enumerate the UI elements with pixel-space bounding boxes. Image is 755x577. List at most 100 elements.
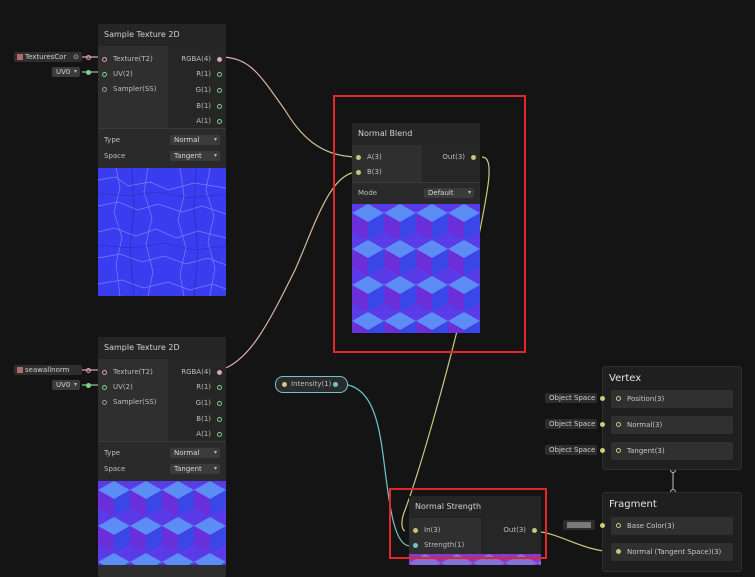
texture-preview <box>98 168 226 296</box>
b-output-port[interactable] <box>217 417 222 422</box>
g-output-label: G(1) <box>195 399 211 407</box>
node-outputs: RGBA(4) R(1) G(1) B(1) A(1) <box>168 46 226 128</box>
cracked-normal-map-image <box>98 168 226 296</box>
node-title[interactable]: Sample Texture 2D <box>98 24 226 46</box>
color-swatch[interactable] <box>567 522 591 528</box>
node-settings: Type Normal ▾ Space Tangent ▾ <box>98 128 226 169</box>
sampler-input-label: Sampler(SS) <box>113 85 157 93</box>
a-output-port[interactable] <box>217 119 222 124</box>
caret-down-icon: ▾ <box>213 449 217 456</box>
sample-texture-2d-node-2[interactable]: Sample Texture 2D Texture(T2) UV(2) Samp… <box>98 337 226 577</box>
texture-input-port[interactable] <box>102 370 107 375</box>
fragment-slot-base-color[interactable]: Base Color(3) <box>611 517 733 535</box>
slot-label: Base Color(3) <box>627 522 675 530</box>
sampler-input-port[interactable] <box>102 87 107 92</box>
uv-input-port[interactable] <box>102 385 107 390</box>
node-inputs: Texture(T2) UV(2) Sampler(SS) <box>98 359 168 441</box>
property-label: Intensity(1) <box>291 380 332 388</box>
object-picker-icon[interactable]: ⊙ <box>73 52 79 62</box>
rgba-output-port[interactable] <box>217 57 222 62</box>
uv-2-field-port[interactable] <box>86 383 91 388</box>
node-inputs: Texture(T2) UV(2) Sampler(SS) <box>98 46 168 128</box>
texture-preview <box>98 481 226 565</box>
vertex-slot-tangent[interactable]: Tangent(3) <box>611 442 733 460</box>
uv-input-port[interactable] <box>102 72 107 77</box>
slot-label: Normal(3) <box>627 421 663 429</box>
texture-input-label: Texture(T2) <box>113 55 153 63</box>
r-output-label: R(1) <box>196 383 211 391</box>
space-dropdown[interactable]: Tangent ▾ <box>170 151 220 161</box>
vertex-slot-position[interactable]: Position(3) <box>611 390 733 408</box>
g-output-port[interactable] <box>217 401 222 406</box>
b-output-label: B(1) <box>196 415 211 423</box>
a-output-label: A(1) <box>196 430 211 438</box>
vertex-slot-normal[interactable]: Normal(3) <box>611 416 733 434</box>
texture-input-port[interactable] <box>102 57 107 62</box>
caret-down-icon: ▾ <box>213 152 217 159</box>
a-output-port[interactable] <box>217 432 222 437</box>
base-color-input-port[interactable] <box>616 523 621 528</box>
caret-down-icon: ▾ <box>73 381 77 388</box>
texture-input-label: Texture(T2) <box>113 368 153 376</box>
sampler-input-port[interactable] <box>102 400 107 405</box>
uv-2-dropdown[interactable]: UV0 ▾ <box>52 380 80 390</box>
normal-input-port[interactable] <box>616 422 621 427</box>
object-space-field-position[interactable]: Object Space <box>545 393 597 403</box>
object-space-port[interactable] <box>600 396 605 401</box>
sampler-input-label: Sampler(SS) <box>113 398 157 406</box>
object-space-field-tangent[interactable]: Object Space <box>545 445 597 455</box>
g-output-label: G(1) <box>195 86 211 94</box>
texture-1-field-port[interactable] <box>86 55 91 60</box>
b-output-port[interactable] <box>217 104 222 109</box>
object-space-port[interactable] <box>600 422 605 427</box>
tangent-input-port[interactable] <box>616 448 621 453</box>
type-label: Type <box>104 449 121 457</box>
uv-1-dropdown[interactable]: UV0 ▾ <box>52 67 80 77</box>
uv-1-field-port[interactable] <box>86 70 91 75</box>
object-space-port[interactable] <box>600 448 605 453</box>
slot-label: Position(3) <box>627 395 665 403</box>
base-color-field[interactable] <box>563 520 595 530</box>
r-output-port[interactable] <box>217 72 222 77</box>
intensity-property-node[interactable]: Intensity(1) <box>275 376 348 393</box>
fragment-slot-normal-tangent[interactable]: Normal (Tangent Space)(3) <box>611 543 733 561</box>
node-outputs: RGBA(4) R(1) G(1) B(1) A(1) <box>168 359 226 441</box>
slot-label: Tangent(3) <box>627 447 665 455</box>
type-label: Type <box>104 136 121 144</box>
normal-blend-highlight <box>333 95 526 353</box>
texture-swatch-icon <box>17 54 23 60</box>
normal-tangent-input-port[interactable] <box>616 549 621 554</box>
r-output-label: R(1) <box>196 70 211 78</box>
r-output-port[interactable] <box>217 385 222 390</box>
caret-down-icon: ▾ <box>73 68 77 75</box>
caret-down-icon: ▾ <box>213 465 217 472</box>
texture-swatch-icon <box>17 367 23 373</box>
slot-label: Normal (Tangent Space)(3) <box>627 548 722 556</box>
sample-texture-2d-node-1[interactable]: Sample Texture 2D Texture(T2) UV(2) Samp… <box>98 24 226 296</box>
a-output-label: A(1) <box>196 117 211 125</box>
fragment-stack[interactable]: Fragment Base Color(3) Normal (Tangent S… <box>602 492 742 572</box>
type-dropdown[interactable]: Normal ▾ <box>170 448 220 458</box>
shader-graph-canvas[interactable]: { "colors": { "canvas": "#141414", "wire… <box>0 0 755 577</box>
fragment-title: Fragment <box>609 499 657 510</box>
g-output-port[interactable] <box>217 88 222 93</box>
vertex-title: Vertex <box>609 373 642 384</box>
object-space-field-normal[interactable]: Object Space <box>545 419 597 429</box>
b-output-label: B(1) <box>196 102 211 110</box>
base-color-field-port[interactable] <box>600 523 605 528</box>
uv-input-label: UV(2) <box>113 70 133 78</box>
vertex-stack[interactable]: Vertex Position(3) Normal(3) Tangent(3) <box>602 366 742 470</box>
space-dropdown[interactable]: Tangent ▾ <box>170 464 220 474</box>
node-title[interactable]: Sample Texture 2D <box>98 337 226 359</box>
texture-2-asset-field[interactable]: seawallnorm <box>14 365 82 375</box>
hex-cube-normal-map-image <box>98 481 226 565</box>
type-dropdown[interactable]: Normal ▾ <box>170 135 220 145</box>
rgba-output-port[interactable] <box>217 370 222 375</box>
texture-1-asset-field[interactable]: TexturesCor ⊙ <box>14 52 82 62</box>
space-label: Space <box>104 152 126 160</box>
position-input-port[interactable] <box>616 396 621 401</box>
property-output-port[interactable] <box>333 382 338 387</box>
space-label: Space <box>104 465 126 473</box>
rgba-output-label: RGBA(4) <box>181 55 211 63</box>
texture-2-field-port[interactable] <box>86 368 91 373</box>
